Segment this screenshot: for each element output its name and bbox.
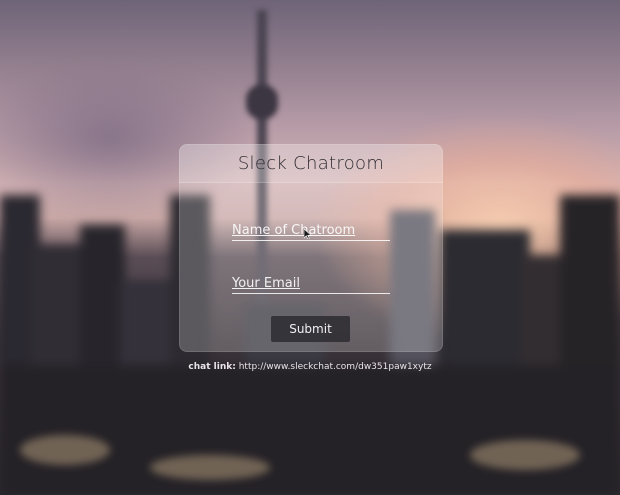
chat-link-url[interactable]: http://www.sleckchat.com/dw351paw1xytz (239, 362, 432, 372)
mouse-pointer-icon (304, 229, 312, 239)
create-chatroom-card: Sleck Chatroom Submit (179, 144, 443, 352)
street-light-glow (150, 455, 270, 480)
chat-link-label: chat link: (188, 362, 236, 372)
street-light-glow (470, 440, 580, 470)
email-input[interactable] (232, 273, 390, 294)
card-title: Sleck Chatroom (237, 152, 385, 174)
submit-button[interactable]: Submit (271, 316, 350, 342)
card-header: Sleck Chatroom (179, 144, 443, 183)
blurred-city-background: Sleck Chatroom Submit chat link: http://… (0, 0, 620, 495)
chat-link-row: chat link: http://www.sleckchat.com/dw35… (0, 362, 620, 372)
street-light-glow (20, 435, 110, 465)
